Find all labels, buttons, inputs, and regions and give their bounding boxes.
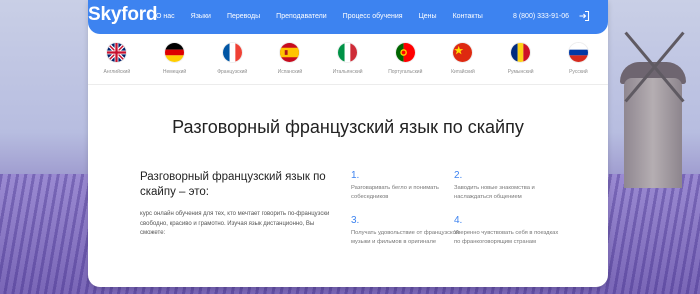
russia-flag-icon — [567, 42, 589, 63]
germany-flag-icon — [164, 42, 186, 63]
portugal-flag-icon — [394, 42, 416, 63]
benefit-text: Заводить новые знакомства и наслаждаться… — [454, 185, 535, 200]
language-label: Французский — [217, 69, 248, 75]
language-list: Английский Немецкий Французский Испански… — [88, 42, 608, 75]
header-bar: Skyford О нас Языки Переводы Преподавате… — [88, 0, 608, 34]
language-label: Испанский — [277, 69, 303, 75]
benefit-item-2: 2. Заводить новые знакомства и наслаждат… — [454, 170, 564, 202]
benefit-text: Уверенно чувствовать себя в поездках по … — [454, 230, 559, 245]
login-icon[interactable] — [578, 10, 590, 22]
nav-item-teachers[interactable]: Преподаватели — [276, 13, 327, 20]
benefit-number: 1. — [351, 170, 360, 181]
language-item-spanish[interactable]: Испанский — [261, 42, 319, 75]
nav-item-prices[interactable]: Цены — [419, 13, 437, 20]
section-subtitle: Разговорный французский язык по скайпу –… — [140, 171, 326, 198]
site-logo[interactable]: Skyford — [88, 4, 158, 26]
romania-flag-icon — [510, 42, 532, 63]
benefit-text: Разговаривать бегло и понимать собеседни… — [351, 185, 439, 200]
language-item-portuguese[interactable]: Португальский — [376, 42, 434, 75]
language-label: Португальский — [388, 69, 423, 75]
section-description: курс онлайн обучения для тех, кто мечтае… — [140, 211, 330, 236]
nav-item-about[interactable]: О нас — [156, 13, 175, 20]
language-item-german[interactable]: Немецкий — [146, 42, 204, 75]
page-title: Разговорный французский язык по скайпу — [172, 117, 524, 137]
nav-item-process[interactable]: Процесс обучения — [343, 13, 403, 20]
nav-item-contacts[interactable]: Контакты — [453, 13, 483, 20]
benefit-text: Получать удовольствие от французской муз… — [351, 230, 460, 245]
main-nav: О нас Языки Переводы Преподаватели Проце… — [156, 13, 499, 20]
phone-number[interactable]: 8 (800) 333-91-06 — [513, 13, 569, 20]
language-item-chinese[interactable]: Китайский — [434, 42, 492, 75]
language-label: Румынский — [507, 69, 534, 75]
language-label: Английский — [103, 69, 131, 75]
language-label: Китайский — [451, 69, 475, 75]
language-item-italian[interactable]: Итальянский — [319, 42, 377, 75]
nav-item-languages[interactable]: Языки — [191, 13, 211, 20]
italy-flag-icon — [337, 42, 359, 63]
language-label: Русский — [569, 69, 588, 75]
language-label: Итальянский — [332, 69, 363, 75]
benefit-number: 4. — [454, 215, 463, 226]
language-item-english[interactable]: Английский — [88, 42, 146, 75]
uk-flag-icon — [106, 42, 128, 63]
main-card: Skyford О нас Языки Переводы Преподавате… — [88, 0, 608, 287]
nav-item-translations[interactable]: Переводы — [227, 13, 260, 20]
language-label: Немецкий — [162, 69, 187, 75]
language-item-romanian[interactable]: Румынский — [492, 42, 550, 75]
france-flag-icon — [221, 42, 243, 63]
benefit-item-1: 1. Разговаривать бегло и понимать собесе… — [351, 170, 461, 202]
benefit-item-4: 4. Уверенно чувствовать себя в поездках … — [454, 215, 564, 247]
benefit-number: 2. — [454, 170, 463, 181]
china-flag-icon — [452, 42, 474, 63]
language-item-french[interactable]: Французский — [203, 42, 261, 75]
benefit-item-3: 3. Получать удовольствие от французской … — [351, 215, 461, 247]
divider — [88, 84, 608, 85]
benefit-number: 3. — [351, 215, 360, 226]
language-item-russian[interactable]: Русский — [550, 42, 608, 75]
spain-flag-icon — [279, 42, 301, 63]
